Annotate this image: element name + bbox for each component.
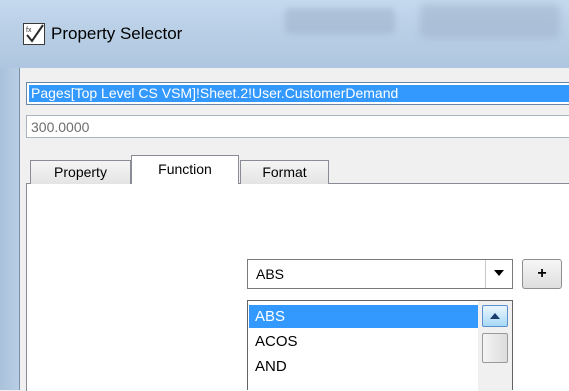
fx-checkmark-icon: fx — [23, 23, 45, 45]
function-list: ABS ACOS AND — [247, 300, 513, 391]
function-select[interactable]: ABS — [247, 259, 513, 289]
list-item-acos[interactable]: ACOS — [249, 330, 479, 353]
scroll-thumb[interactable] — [482, 333, 508, 363]
insert-function-button[interactable]: + — [522, 259, 562, 289]
chevron-up-icon — [490, 313, 500, 319]
tab-label: Function — [158, 161, 212, 177]
tab-property[interactable]: Property — [30, 160, 131, 184]
scroll-up-button[interactable] — [482, 305, 508, 327]
tab-function[interactable]: Function — [131, 155, 239, 184]
result-value: 300.0000 — [31, 119, 90, 135]
formula-field[interactable]: Pages[Top Level CS VSM]!Sheet.2!User.Cus… — [26, 82, 569, 105]
window-title: Property Selector — [51, 24, 183, 43]
window-frame-left — [0, 68, 20, 390]
result-value-field[interactable]: 300.0000 — [26, 115, 569, 138]
chevron-down-icon — [494, 270, 504, 276]
tab-label: Property — [54, 164, 107, 180]
formula-text: Pages[Top Level CS VSM]!Sheet.2!User.Cus… — [29, 85, 569, 102]
background-blur — [420, 4, 560, 38]
background-blur — [285, 8, 395, 34]
tab-label: Format — [262, 164, 307, 180]
list-item-and[interactable]: AND — [249, 355, 479, 378]
svg-text:fx: fx — [26, 27, 32, 34]
list-scrollbar[interactable] — [478, 301, 512, 391]
function-select-value: ABS — [256, 266, 285, 282]
dropdown-arrow-button[interactable] — [485, 260, 512, 288]
title-bar[interactable]: fx Property Selector — [0, 0, 569, 68]
list-item-abs[interactable]: ABS — [249, 305, 479, 328]
window-frame-border — [19, 68, 20, 390]
tab-format[interactable]: Format — [240, 160, 329, 184]
